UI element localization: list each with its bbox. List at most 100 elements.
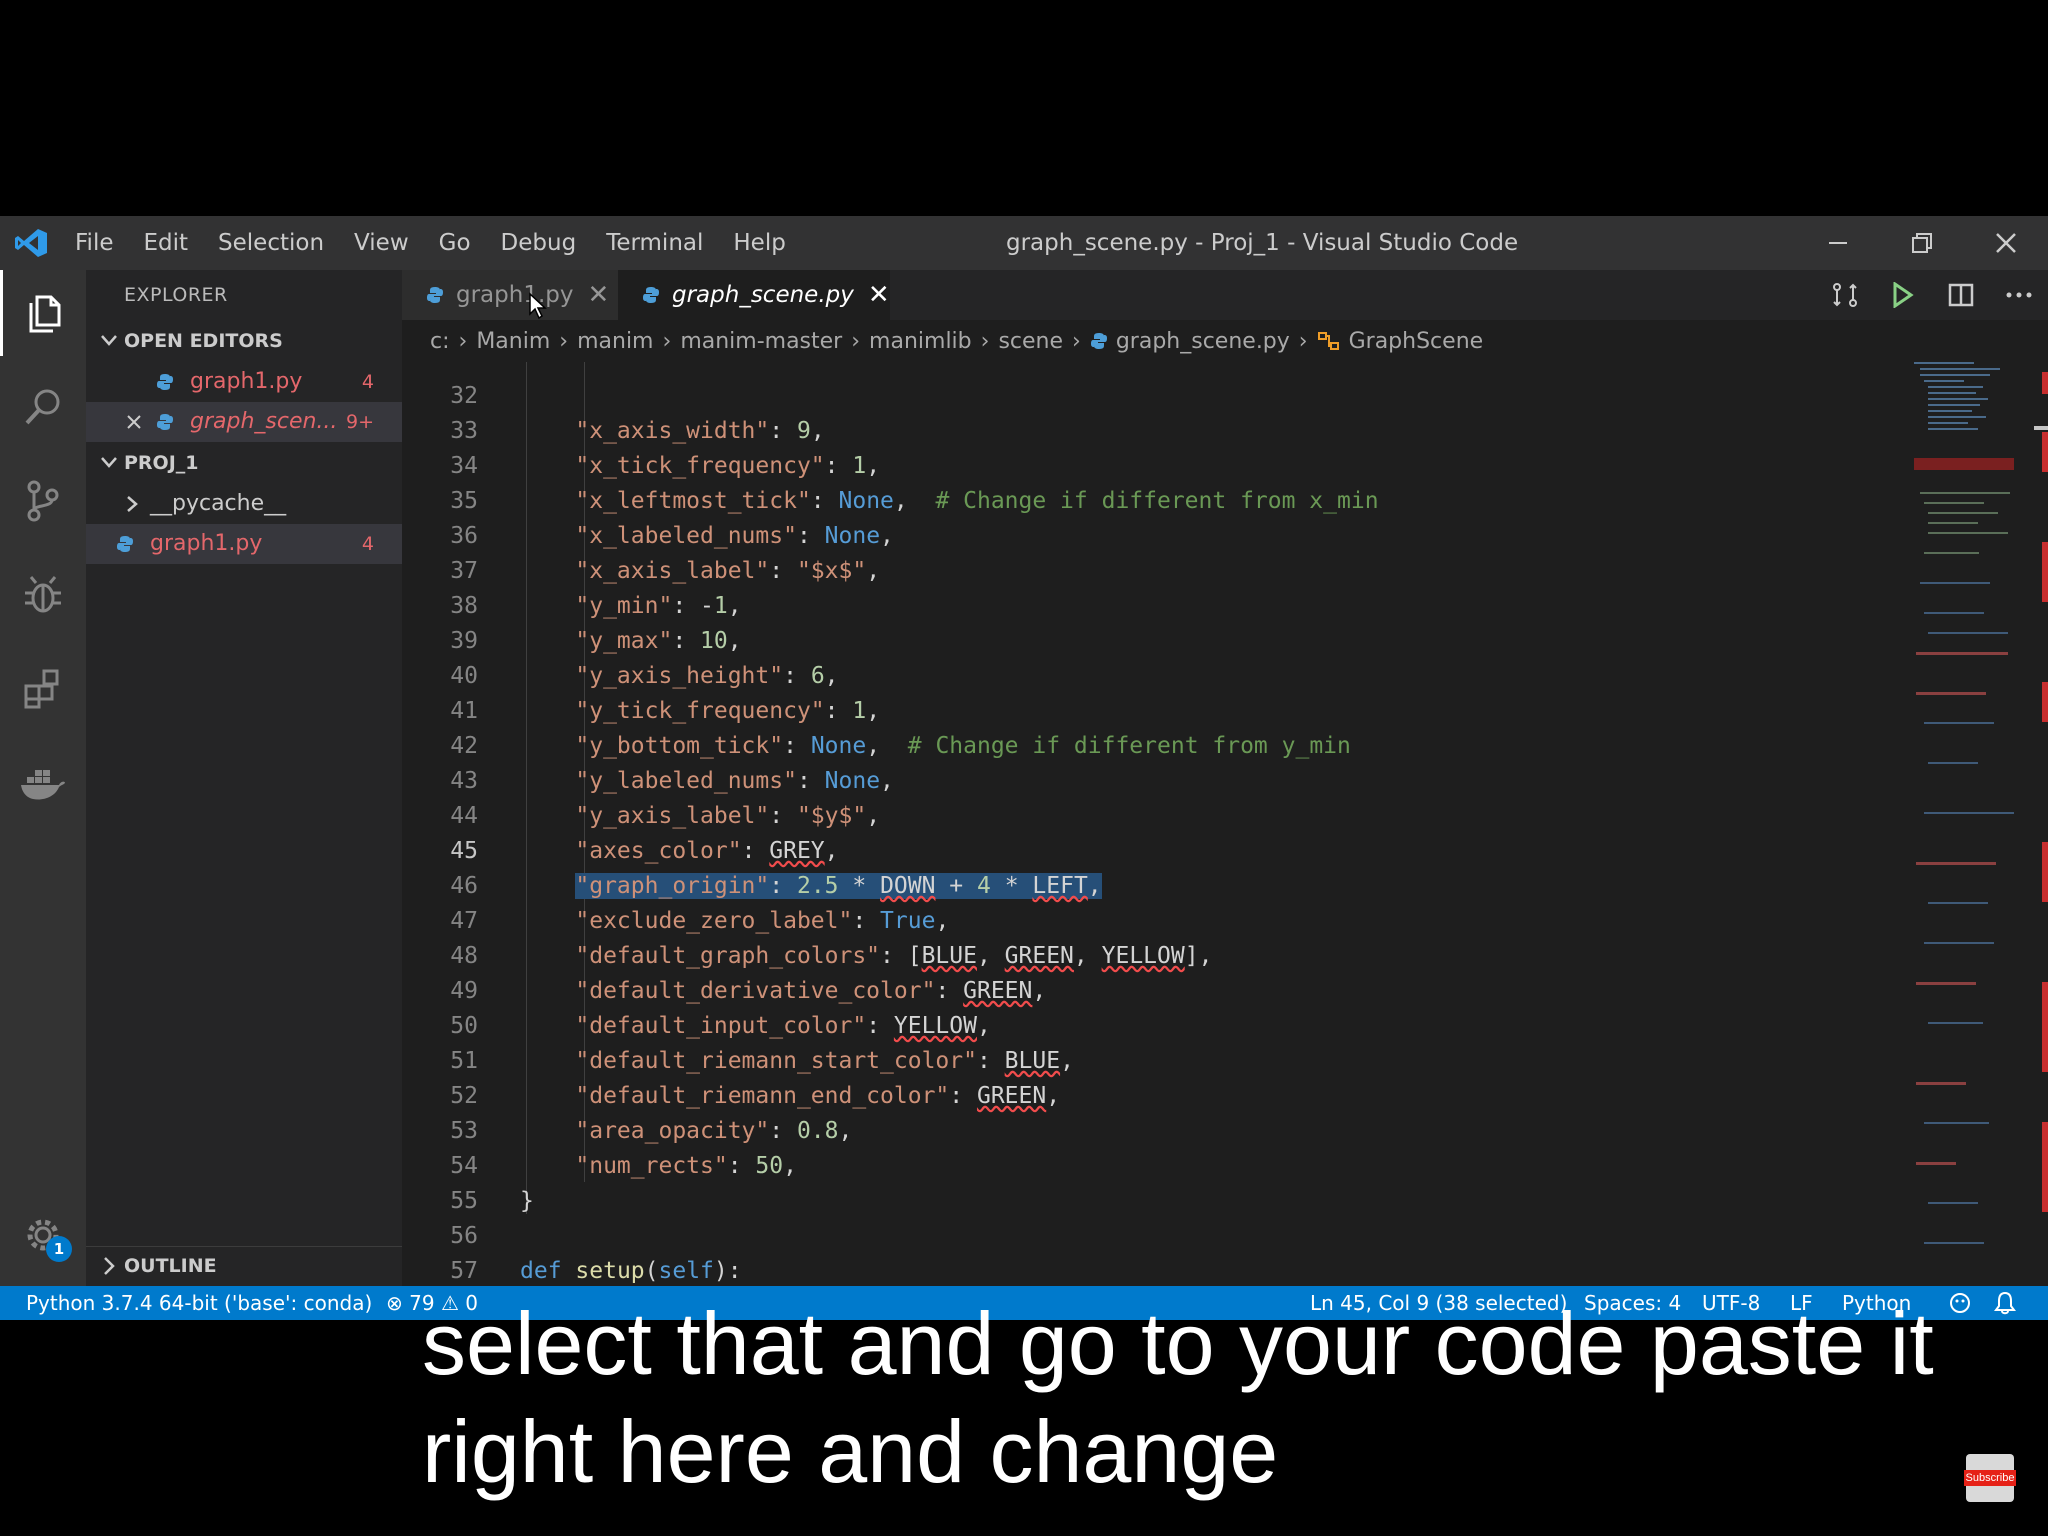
menu-debug[interactable]: Debug xyxy=(486,230,592,256)
code-line: 57 self.default_graph_colors_cycle = it.… xyxy=(450,1258,478,1284)
python-file-icon xyxy=(117,536,133,552)
debug-icon xyxy=(25,576,61,613)
bell-icon[interactable] xyxy=(1994,1291,2016,1325)
menu-file[interactable]: File xyxy=(60,230,129,256)
tab-graph-scene[interactable]: graph_scene.py ✕ xyxy=(618,270,890,320)
project-header[interactable]: PROJ_1 xyxy=(86,444,402,482)
tab-graph1[interactable]: graph1.py ✕ xyxy=(402,270,618,320)
activity-bar: 1 xyxy=(0,270,86,1286)
activity-docker[interactable] xyxy=(0,740,86,826)
breadcrumb-item[interactable]: GraphScene xyxy=(1349,329,1484,354)
open-editor-item-active[interactable]: graph_scen... 9+ xyxy=(86,402,402,442)
menu-selection[interactable]: Selection xyxy=(203,230,339,256)
tab-close-icon[interactable]: ✕ xyxy=(868,280,890,310)
problem-count: 9+ xyxy=(345,411,374,433)
menu-terminal[interactable]: Terminal xyxy=(591,230,718,256)
code-editor[interactable]: 32 "x_axis_width": 9, 33 "x_tick_frequen… xyxy=(402,362,1902,1286)
breadcrumb-item[interactable]: manimlib xyxy=(869,329,972,354)
menu-go[interactable]: Go xyxy=(424,230,486,256)
breadcrumb-item[interactable]: c: xyxy=(430,329,450,354)
activity-debug[interactable] xyxy=(0,552,86,638)
minimize-button[interactable] xyxy=(1796,216,1880,270)
activity-source-control[interactable] xyxy=(0,458,86,544)
compare-changes-button[interactable] xyxy=(1816,281,1874,309)
chevron-right-icon: › xyxy=(851,328,861,354)
menu-help[interactable]: Help xyxy=(718,230,800,256)
source-control-icon xyxy=(27,480,59,522)
more-actions-button[interactable] xyxy=(1990,291,2048,299)
code-line: 44 "axes_color": GREY, xyxy=(450,803,839,864)
minimap-preview xyxy=(1902,362,2048,1286)
minimize-icon xyxy=(1829,242,1847,244)
code-line: 35 "x_labeled_nums": None, xyxy=(450,488,894,549)
minimap[interactable] xyxy=(1902,362,2048,1286)
code-line: 32 "x_axis_width": 9, xyxy=(450,383,825,444)
tab-close-icon[interactable]: ✕ xyxy=(587,280,609,310)
subscribe-button[interactable]: Subscribe xyxy=(1963,1454,2017,1502)
code-line: 48 "default_derivative_color": GREEN, xyxy=(450,943,1047,1004)
chevron-right-icon: › xyxy=(1072,328,1081,354)
title-bar: File Edit Selection View Go Debug Termin… xyxy=(0,216,2048,270)
sidebar-title: EXPLORER xyxy=(124,284,228,306)
breadcrumb: c: › Manim › manim › manim-master › mani… xyxy=(402,320,2048,362)
menu-view[interactable]: View xyxy=(339,230,424,256)
open-editor-item[interactable]: graph1.py 4 xyxy=(86,362,402,402)
problem-count: 4 xyxy=(361,371,374,393)
code-line: 50 "default_riemann_start_color": BLUE, xyxy=(450,1013,1074,1074)
tab-label: graph_scene.py xyxy=(672,282,854,308)
chevron-down-icon xyxy=(101,457,117,468)
python-file-icon xyxy=(643,287,659,303)
python-file-icon xyxy=(157,414,173,430)
menu-bar: File Edit Selection View Go Debug Termin… xyxy=(60,216,801,270)
error-icon: ⊗ xyxy=(386,1291,403,1315)
python-file-icon xyxy=(427,287,443,303)
code-line: 56 def setup(self): xyxy=(450,1223,742,1284)
open-editor-label: graph1.py xyxy=(190,369,303,394)
chevron-right-icon: › xyxy=(458,328,468,354)
restore-button[interactable] xyxy=(1880,216,1964,270)
editor-actions xyxy=(1816,270,2048,320)
activity-explorer[interactable] xyxy=(0,270,86,356)
tree-item-label: __pycache__ xyxy=(150,491,287,516)
explorer-icon xyxy=(29,295,60,333)
code-line: 41 "y_bottom_tick": None, # Change if di… xyxy=(450,698,1351,759)
code-line: 42 "y_labeled_nums": None, xyxy=(450,733,894,794)
split-editor-button[interactable] xyxy=(1932,282,1990,308)
outline-header[interactable]: OUTLINE xyxy=(86,1246,402,1285)
breadcrumb-item[interactable]: manim xyxy=(577,329,653,354)
run-button[interactable] xyxy=(1874,282,1932,308)
code-line: 47 "default_graph_colors": [BLUE, GREEN,… xyxy=(450,908,1213,969)
code-line: 40 "y_tick_frequency": 1, xyxy=(450,663,881,724)
close-icon xyxy=(1996,233,2016,253)
close-window-button[interactable] xyxy=(1964,216,2048,270)
chevron-right-icon xyxy=(127,496,138,512)
tree-item-label: graph1.py xyxy=(150,531,263,556)
tree-file-graph1[interactable]: graph1.py 4 xyxy=(86,524,402,564)
chevron-right-icon: › xyxy=(559,328,569,354)
window-title: graph_scene.py - Proj_1 - Visual Studio … xyxy=(1006,230,1519,256)
breadcrumb-item[interactable]: manim-master xyxy=(680,329,842,354)
menu-edit[interactable]: Edit xyxy=(129,230,204,256)
play-icon xyxy=(1893,282,1914,308)
settings-badge: 1 xyxy=(46,1236,72,1262)
code-line: 37 "y_min": -1, xyxy=(450,558,742,619)
vscode-logo-icon xyxy=(15,229,47,257)
breadcrumb-item[interactable]: Manim xyxy=(476,329,550,354)
code-line: 51 "default_riemann_end_color": GREEN, xyxy=(450,1048,1061,1109)
breadcrumb-item[interactable]: scene xyxy=(998,329,1063,354)
activity-search[interactable] xyxy=(0,364,86,450)
close-icon[interactable] xyxy=(126,414,142,430)
code-line: 46 "exclude_zero_label": True, xyxy=(450,873,950,934)
code-line: 34 "x_leftmost_tick": None, # Change if … xyxy=(450,453,1379,514)
chevron-right-icon: › xyxy=(980,328,990,354)
python-interpreter[interactable]: Python 3.7.4 64-bit ('base': conda) xyxy=(26,1286,372,1320)
split-editor-icon xyxy=(1948,283,1974,307)
activity-settings[interactable]: 1 xyxy=(0,1192,86,1278)
tree-folder-pycache[interactable]: __pycache__ xyxy=(86,484,402,524)
open-editors-header[interactable]: OPEN EDITORS xyxy=(86,322,402,360)
chevron-right-icon xyxy=(104,1257,115,1275)
activity-extensions[interactable] xyxy=(0,646,86,732)
code-line: 54 } xyxy=(450,1153,534,1214)
breadcrumb-item[interactable]: graph_scene.py xyxy=(1116,329,1290,354)
code-line: 53 "num_rects": 50, xyxy=(450,1118,797,1179)
